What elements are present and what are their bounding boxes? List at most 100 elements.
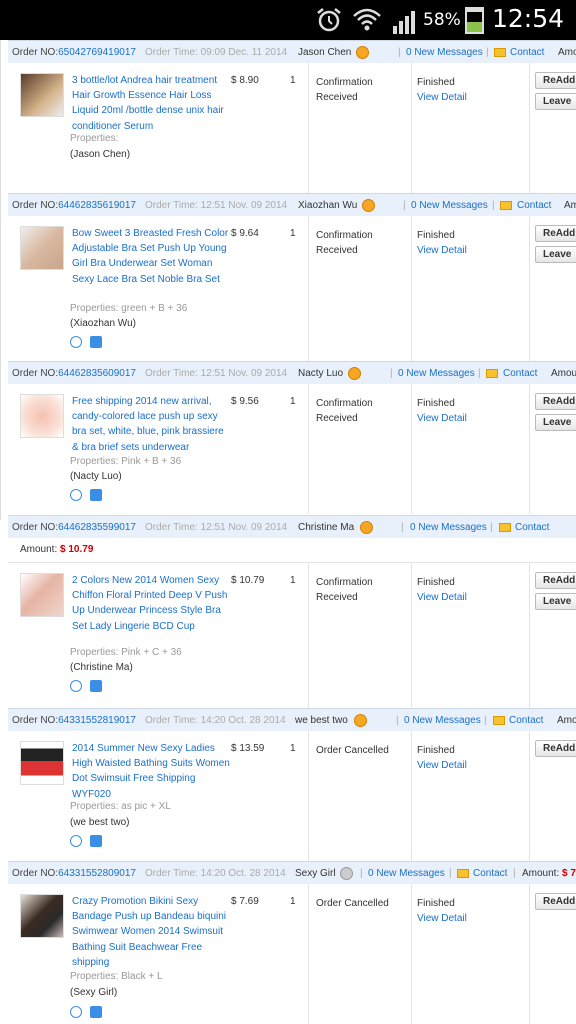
- order-number: Order NO:64331552819017: [12, 715, 136, 726]
- contact-link[interactable]: Contact: [510, 41, 544, 64]
- order-header: Order NO:64462835599017 Order Time: 12:5…: [8, 515, 576, 538]
- message-icon[interactable]: [90, 336, 102, 348]
- reminder-icon[interactable]: [70, 489, 82, 501]
- leave-feedback-button[interactable]: Leave: [535, 593, 576, 610]
- new-messages-link[interactable]: 0 New Messages: [406, 41, 483, 64]
- order-time: Order Time: 12:51 Nov. 09 2014: [145, 368, 288, 379]
- view-detail-link[interactable]: View Detail: [417, 411, 467, 426]
- buyer-name[interactable]: Nacty Luo: [298, 362, 343, 385]
- order-card: Order NO:64462835599017 Order Time: 12:5…: [8, 515, 576, 708]
- leave-feedback-button[interactable]: Leave: [535, 93, 576, 110]
- buyer-name-paren: (we best two): [70, 817, 130, 828]
- battery-icon: [465, 7, 484, 34]
- leave-feedback-button[interactable]: Leave: [535, 414, 576, 431]
- buyer-name[interactable]: we best two: [295, 709, 348, 732]
- contact-link[interactable]: Contact: [515, 516, 549, 539]
- contact-link[interactable]: Contact: [503, 362, 537, 385]
- envelope-icon: [499, 523, 511, 532]
- message-icon[interactable]: [90, 835, 102, 847]
- view-detail-link[interactable]: View Detail: [417, 243, 467, 258]
- readd-to-cart-button[interactable]: ReAdd T: [535, 740, 576, 757]
- final-status: Finished View Detail: [417, 398, 467, 426]
- reminder-icon[interactable]: [70, 336, 82, 348]
- price: $ 9.56: [231, 396, 259, 407]
- order-time: Order Time: 12:51 Nov. 09 2014: [145, 200, 288, 211]
- view-detail-link[interactable]: View Detail: [417, 911, 467, 926]
- order-header: Order NO:64462835609017 Order Time: 12:5…: [8, 361, 576, 384]
- final-status: Finished View Detail: [417, 230, 467, 258]
- buyer-name[interactable]: Jason Chen: [298, 41, 351, 64]
- alarm-clock-icon: [317, 8, 341, 32]
- product-properties: Properties: Pink + B + 36: [70, 456, 182, 467]
- product-properties: Properties: Pink + C + 36: [70, 647, 182, 658]
- order-card: Order NO:65042769419017 Order Time: 09:0…: [8, 40, 576, 193]
- quantity: 1: [290, 896, 296, 907]
- readd-to-cart-button[interactable]: ReAdd T: [535, 225, 576, 242]
- final-status: Finished View Detail: [417, 745, 467, 773]
- product-title-link[interactable]: 2014 Summer New Sexy Ladies High Waisted…: [72, 741, 230, 802]
- order-status: Order Cancelled: [316, 745, 389, 756]
- new-messages-link[interactable]: 0 New Messages: [410, 516, 487, 539]
- order-list: Order NO:65042769419017 Order Time: 09:0…: [0, 40, 576, 1024]
- battery-percent: 58%: [423, 10, 461, 30]
- reminder-icon[interactable]: [70, 1006, 82, 1018]
- quantity: 1: [290, 396, 296, 407]
- product-thumbnail[interactable]: [20, 894, 64, 938]
- contact-link[interactable]: Contact: [517, 194, 551, 217]
- order-status: Confirmation Received: [316, 230, 373, 256]
- contact-link[interactable]: Contact: [509, 709, 543, 732]
- product-thumbnail[interactable]: [20, 73, 64, 117]
- product-title-link[interactable]: 3 bottle/lot Andrea hair treatment Hair …: [72, 73, 230, 134]
- order-time: Order Time: 12:51 Nov. 09 2014: [145, 522, 288, 533]
- new-messages-link[interactable]: 0 New Messages: [398, 362, 475, 385]
- leave-feedback-button[interactable]: Leave: [535, 246, 576, 263]
- new-messages-link[interactable]: 0 New Messages: [411, 194, 488, 217]
- message-icon[interactable]: [90, 680, 102, 692]
- order-number: Order NO:64462835609017: [12, 368, 136, 379]
- order-amount: Amount: $ 10.79: [20, 544, 94, 555]
- buyer-name-paren: (Sexy Girl): [70, 987, 118, 998]
- product-title-link[interactable]: Bow Sweet 3 Breasted Fresh Color Adjusta…: [72, 226, 230, 287]
- new-messages-link[interactable]: 0 New Messages: [368, 862, 445, 885]
- reminder-icon[interactable]: [70, 680, 82, 692]
- buyer-name[interactable]: Christine Ma: [298, 516, 354, 539]
- product-title-link[interactable]: Free shipping 2014 new arrival, candy-co…: [72, 394, 230, 455]
- order-time: Order Time: 14:20 Oct. 28 2014: [145, 868, 286, 879]
- message-icon[interactable]: [90, 1006, 102, 1018]
- product-properties: Properties: as pic + XL: [70, 801, 171, 812]
- readd-to-cart-button[interactable]: ReAdd T: [535, 572, 576, 589]
- view-detail-link[interactable]: View Detail: [417, 590, 467, 605]
- buyer-smile-icon: [354, 714, 367, 727]
- contact-link[interactable]: Contact: [473, 862, 507, 885]
- order-time: Order Time: 14:20 Oct. 28 2014: [145, 715, 286, 726]
- product-thumbnail[interactable]: [20, 226, 64, 270]
- product-title-link[interactable]: Crazy Promotion Bikini Sexy Bandage Push…: [72, 894, 230, 970]
- view-detail-link[interactable]: View Detail: [417, 758, 467, 773]
- readd-to-cart-button[interactable]: ReAdd T: [535, 893, 576, 910]
- view-detail-link[interactable]: View Detail: [417, 90, 467, 105]
- amount-label: Amou: [551, 368, 576, 379]
- buyer-neutral-icon: [340, 867, 353, 880]
- product-thumbnail[interactable]: [20, 394, 64, 438]
- message-icon[interactable]: [90, 489, 102, 501]
- amount-label: Amo: [558, 47, 576, 58]
- buyer-name-paren: (Nacty Luo): [70, 471, 122, 482]
- readd-to-cart-button[interactable]: ReAdd T: [535, 393, 576, 410]
- buyer-name[interactable]: Sexy Girl: [295, 862, 336, 885]
- envelope-icon: [486, 369, 498, 378]
- buyer-name[interactable]: Xiaozhan Wu: [298, 194, 357, 217]
- buyer-name-paren: (Christine Ma): [70, 662, 133, 673]
- new-messages-link[interactable]: 0 New Messages: [404, 709, 481, 732]
- product-title-link[interactable]: 2 Colors New 2014 Women Sexy Chiffon Flo…: [72, 573, 230, 634]
- reminder-icon[interactable]: [70, 835, 82, 847]
- readd-to-cart-button[interactable]: ReAdd T: [535, 72, 576, 89]
- product-thumbnail[interactable]: [20, 741, 64, 785]
- product-properties: Properties:: [70, 133, 119, 144]
- product-thumbnail[interactable]: [20, 573, 64, 617]
- envelope-icon: [493, 716, 505, 725]
- order-status: Confirmation Received: [316, 577, 373, 603]
- clock: 12:54: [491, 4, 564, 33]
- amount-label: Amo: [557, 715, 576, 726]
- envelope-icon: [494, 48, 506, 57]
- order-card: Order NO:64331552819017 Order Time: 14:2…: [8, 708, 576, 861]
